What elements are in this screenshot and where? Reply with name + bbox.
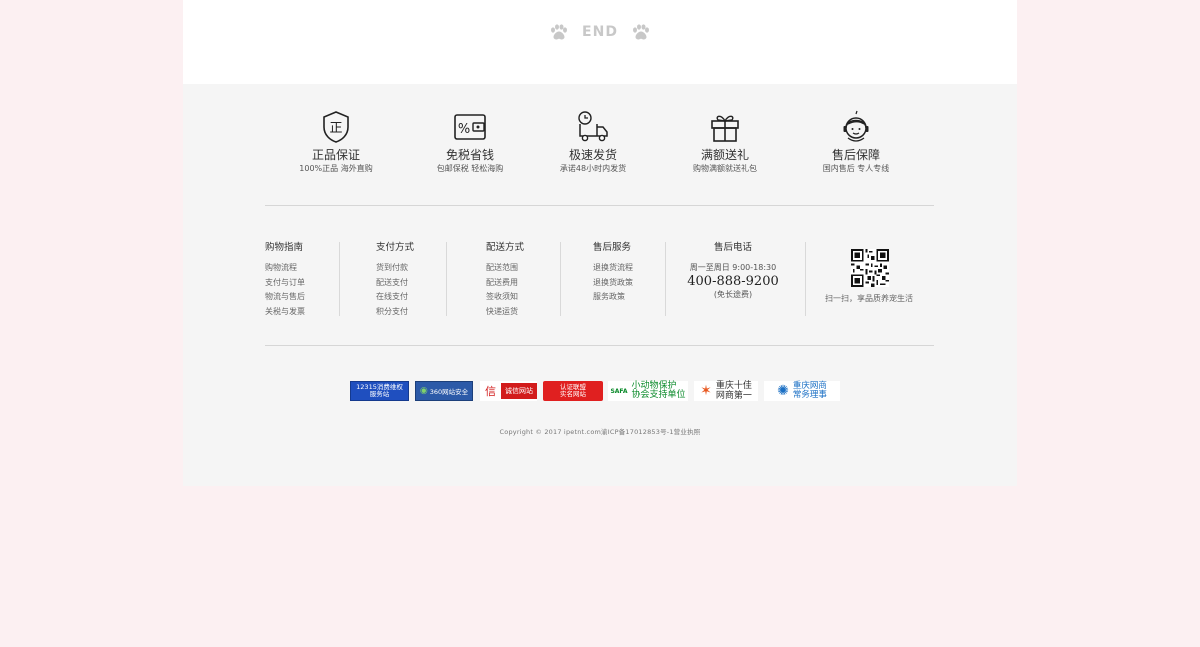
badge-chongqing-top10[interactable]: ✶ 重庆十佳 网商第一 bbox=[694, 381, 758, 401]
service-hours: 周一至周日 9:00-18:30 bbox=[689, 263, 777, 272]
guarantee-bar: 正 正品保证 100%正品 海外直购 % 免税省钱 包邮保税 轻松海购 极速发货… bbox=[279, 110, 919, 180]
shield-icon: 正 bbox=[323, 111, 349, 143]
column-separator bbox=[805, 242, 806, 316]
column-payment: 支付方式 货到付款 配送支付 在线支付 积分支付 bbox=[376, 242, 414, 319]
footer-link[interactable]: 积分支付 bbox=[376, 305, 414, 320]
paw-icon bbox=[632, 24, 650, 40]
feature-subtitle: 100%正品 海外直购 bbox=[299, 164, 373, 173]
qr-caption: 扫一扫，享品质养宠生活 bbox=[825, 294, 913, 303]
badge-trusted-site[interactable]: 信 诚信网站 bbox=[480, 381, 537, 401]
service-phone[interactable]: 400-888-9200 bbox=[678, 274, 788, 290]
delivery-truck-icon bbox=[578, 111, 608, 142]
column-separator bbox=[339, 242, 340, 316]
svg-text:正: 正 bbox=[329, 121, 342, 136]
service-title: 售后电话 bbox=[713, 242, 752, 253]
badge-chongqing-netbiz[interactable]: ✺ 重庆网商 常务理事 bbox=[764, 381, 840, 401]
feature-subtitle: 包邮保税 轻松海购 bbox=[436, 164, 504, 173]
footer-link[interactable]: 支付与订单 bbox=[265, 276, 305, 291]
badge-text: 常务理事 bbox=[792, 390, 827, 400]
feature-title: 满额送礼 bbox=[700, 148, 749, 162]
shield-check-icon: ◉ bbox=[419, 386, 428, 396]
feature-subtitle: 承诺48小时内发货 bbox=[559, 164, 627, 173]
feature-authentic[interactable]: 正 正品保证 100%正品 海外直购 bbox=[276, 110, 396, 174]
column-title: 支付方式 bbox=[376, 242, 415, 253]
service-hotline: 售后电话 周一至周日 9:00-18:30 400-888-9200 (免长途费… bbox=[678, 242, 788, 300]
end-label: END bbox=[582, 24, 618, 40]
footer-link[interactable]: 退换货流程 bbox=[593, 261, 633, 276]
footer-link[interactable]: 配送范围 bbox=[486, 261, 524, 276]
badge-12315[interactable]: 12315消费维权 服务站 bbox=[350, 381, 409, 401]
badge-360-security[interactable]: ◉ 360网站安全 bbox=[415, 381, 473, 401]
column-title: 购物指南 bbox=[265, 242, 304, 253]
column-delivery: 配送方式 配送范围 配送费用 签收须知 快递运货 bbox=[486, 242, 524, 319]
footer-divider bbox=[265, 205, 934, 206]
feature-title: 正品保证 bbox=[311, 148, 360, 162]
badge-safa[interactable]: SAFA 小动物保护 协会支持单位 bbox=[608, 381, 688, 401]
safa-logo-icon: SAFA bbox=[610, 387, 628, 395]
footer-link[interactable]: 货到付款 bbox=[376, 261, 414, 276]
feature-subtitle: 国内售后 专人专线 bbox=[822, 164, 890, 173]
page-wrapper: END 正 正品保证 100%正品 海外直购 % 免税省钱 包邮保税 轻松海购 … bbox=[183, 0, 1017, 486]
footer-link-columns: 购物指南 购物流程 支付与订单 物流与售后 关税与发票 支付方式 货到付款 配送… bbox=[265, 242, 934, 322]
footer-link[interactable]: 物流与售后 bbox=[265, 290, 305, 305]
footer-link[interactable]: 关税与发票 bbox=[265, 305, 305, 320]
trust-badges: 12315消费维权 服务站 ◉ 360网站安全 信 诚信网站 认证联盟 实名网站… bbox=[350, 381, 850, 403]
globe-logo-icon: ✺ bbox=[777, 383, 789, 399]
column-title: 配送方式 bbox=[486, 242, 525, 253]
footer-link[interactable]: 在线支付 bbox=[376, 290, 414, 305]
copyright: Copyright © 2017 ipetnt.com渝ICP备17012853… bbox=[499, 428, 701, 436]
gift-icon bbox=[711, 115, 739, 142]
badge-text: 网商第一 bbox=[715, 391, 752, 401]
service-note: (免长途费) bbox=[713, 290, 753, 299]
column-separator bbox=[665, 242, 666, 316]
badge-text: 实名网站 bbox=[560, 390, 586, 398]
feature-gift[interactable]: 满额送礼 购物满额就送礼包 bbox=[665, 110, 785, 174]
column-title: 售后服务 bbox=[593, 242, 632, 253]
star-logo-icon: ✶ bbox=[700, 383, 712, 399]
feature-title: 免税省钱 bbox=[445, 148, 494, 162]
footer-link[interactable]: 退换货政策 bbox=[593, 276, 633, 291]
column-separator bbox=[560, 242, 561, 316]
feature-title: 极速发货 bbox=[568, 148, 617, 162]
percent-wallet-icon: % bbox=[454, 114, 486, 140]
qr-code bbox=[851, 249, 889, 287]
footer-link[interactable]: 快递运货 bbox=[486, 305, 524, 320]
feature-fast-delivery[interactable]: 极速发货 承诺48小时内发货 bbox=[533, 110, 653, 174]
column-shopping-guide: 购物指南 购物流程 支付与订单 物流与售后 关税与发票 bbox=[265, 242, 305, 319]
badge-text: 协会支持单位 bbox=[631, 390, 686, 400]
svg-text:%: % bbox=[458, 122, 470, 137]
feature-after-sales[interactable]: 售后保障 国内售后 专人专线 bbox=[796, 110, 916, 174]
footer-link[interactable]: 配送费用 bbox=[486, 276, 524, 291]
paw-icon bbox=[550, 24, 568, 40]
column-after-sales: 售后服务 退换货流程 退换货政策 服务政策 bbox=[593, 242, 633, 305]
feature-subtitle: 购物满额就送礼包 bbox=[693, 164, 757, 173]
feature-title: 售后保障 bbox=[831, 148, 880, 162]
column-separator bbox=[446, 242, 447, 316]
footer-link[interactable]: 签收须知 bbox=[486, 290, 524, 305]
badge-text: 诚信网站 bbox=[501, 383, 537, 399]
badge-realname[interactable]: 认证联盟 实名网站 bbox=[543, 381, 603, 401]
customer-service-icon bbox=[843, 110, 869, 142]
badge-text: 重庆十佳 bbox=[715, 381, 752, 391]
end-section: END bbox=[183, 0, 1017, 84]
footer-divider bbox=[265, 345, 934, 346]
badge-text: 360网站安全 bbox=[429, 388, 469, 396]
badge-text: 服务站 bbox=[369, 390, 390, 398]
end-marker: END bbox=[183, 20, 1017, 44]
site-footer: 正 正品保证 100%正品 海外直购 % 免税省钱 包邮保税 轻松海购 极速发货… bbox=[183, 84, 1017, 486]
footer-link[interactable]: 配送支付 bbox=[376, 276, 414, 291]
feature-tax-free[interactable]: % 免税省钱 包邮保税 轻松海购 bbox=[410, 110, 530, 174]
credit-icon: 信 bbox=[480, 382, 501, 400]
footer-link[interactable]: 服务政策 bbox=[593, 290, 633, 305]
footer-link[interactable]: 购物流程 bbox=[265, 261, 305, 276]
